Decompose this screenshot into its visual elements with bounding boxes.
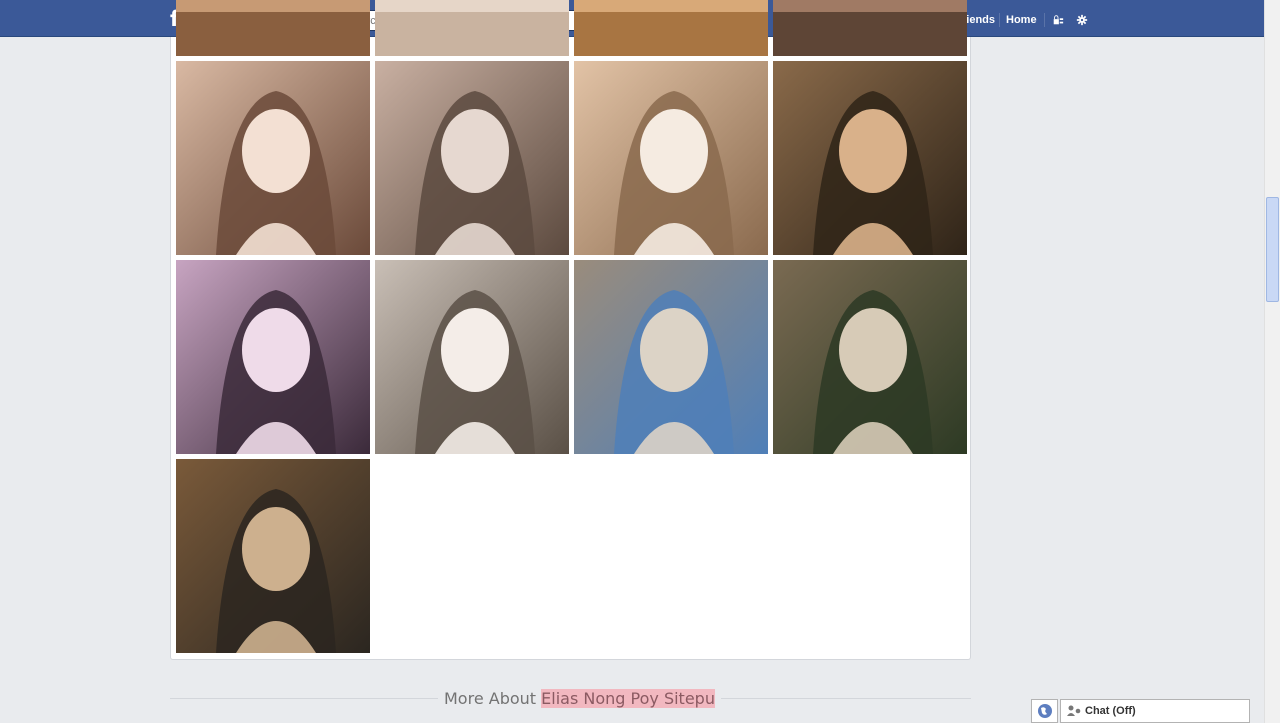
photo-thumbnail[interactable]	[176, 0, 370, 56]
photo-thumbnail[interactable]	[773, 0, 967, 56]
nav-divider	[1044, 13, 1045, 27]
chat-status-icon	[1067, 705, 1081, 716]
more-about-prefix: More About	[444, 689, 537, 708]
photo-thumbnail[interactable]	[375, 0, 569, 56]
photos-panel	[170, 0, 971, 660]
settings-gear-icon[interactable]	[1075, 13, 1089, 27]
more-about-name[interactable]: Elias Nong Poy Sitepu	[541, 689, 715, 708]
photo-thumbnail[interactable]	[574, 260, 768, 454]
photo-thumbnail[interactable]	[773, 61, 967, 255]
scrollbar-thumb[interactable]	[1266, 197, 1279, 302]
privacy-shortcuts-icon[interactable]	[1051, 13, 1065, 27]
photo-thumbnail[interactable]	[176, 459, 370, 653]
nav-divider	[999, 13, 1000, 27]
chat-bar[interactable]: Chat (Off)	[1060, 699, 1250, 723]
photo-thumbnail[interactable]	[176, 61, 370, 255]
chat-globe-button[interactable]	[1031, 699, 1058, 723]
globe-icon	[1037, 704, 1052, 718]
chat-label: Chat (Off)	[1085, 705, 1136, 717]
home-link[interactable]: Home	[1006, 14, 1037, 26]
photo-thumbnail[interactable]	[574, 0, 768, 56]
photo-thumbnail[interactable]	[375, 61, 569, 255]
photo-thumbnail[interactable]	[773, 260, 967, 454]
photo-thumbnail[interactable]	[574, 61, 768, 255]
more-about-heading: More About Elias Nong Poy Sitepu	[438, 689, 721, 708]
photo-thumbnail[interactable]	[375, 260, 569, 454]
photo-thumbnail[interactable]	[176, 260, 370, 454]
scrollbar-track[interactable]	[1264, 0, 1280, 723]
